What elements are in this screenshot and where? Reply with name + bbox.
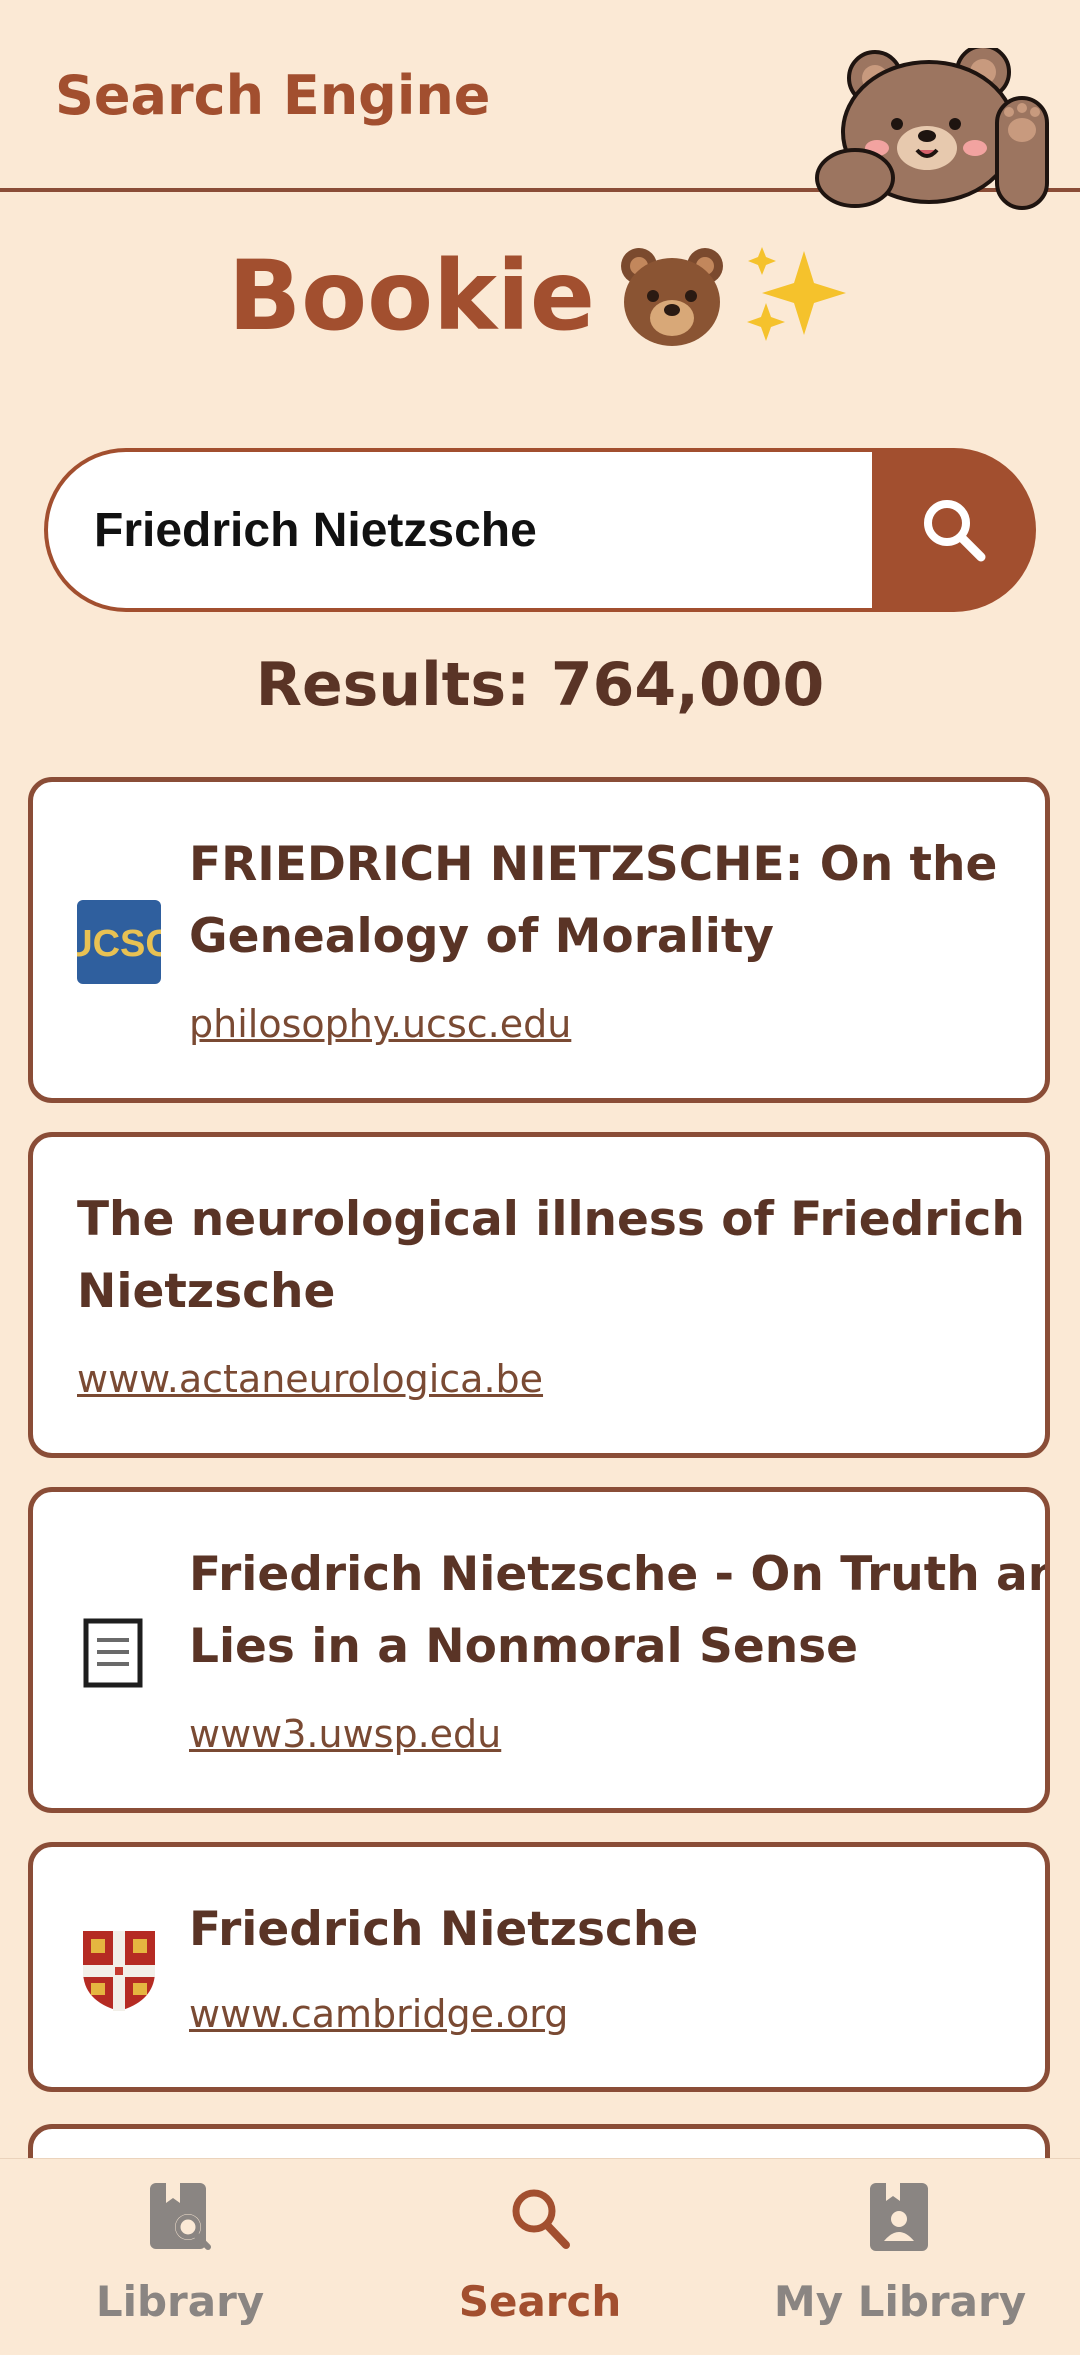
search-button[interactable] <box>872 448 1036 612</box>
result-card[interactable]: UCSC FRIEDRICH NIETZSCHE: On the Genealo… <box>28 777 1050 1103</box>
result-title: Nietzsche <box>77 1264 336 1319</box>
nav-label: Library <box>95 2277 265 2326</box>
result-title: The neurological illness of Friedrich <box>77 1192 1025 1247</box>
result-link[interactable]: www.cambridge.org <box>189 1992 568 2036</box>
sparkles-icon <box>747 247 847 341</box>
bear-waving-icon <box>815 48 1049 210</box>
library-search-icon <box>150 2183 211 2250</box>
search-bar <box>44 448 1036 612</box>
result-link[interactable]: www.actaneurologica.be <box>77 1357 543 1401</box>
result-card[interactable]: Friedrich Nietzsche www.cambridge.org <box>28 1842 1050 2092</box>
brand-name: Bookie <box>227 240 595 352</box>
results-count: Results: 764,000 <box>255 650 825 720</box>
brand-emoji <box>617 241 852 351</box>
result-link[interactable]: www3.uwsp.edu <box>189 1712 501 1756</box>
result-title: Lies in a Nonmoral Sense <box>189 1619 859 1674</box>
app-header: Search Engine <box>0 0 1080 210</box>
ucsc-logo-icon: UCSC <box>65 900 173 984</box>
result-card[interactable]: Friedrich Nietzsche - On Truth and Lies … <box>28 1487 1050 1813</box>
search-icon <box>512 2189 570 2249</box>
my-library-icon <box>870 2183 928 2251</box>
app-title: Search Engine <box>55 64 491 127</box>
result-card[interactable]: The neurological illness of Friedrich Ni… <box>28 1132 1050 1458</box>
nav-item-search[interactable]: Search <box>360 2159 720 2355</box>
brand-heading: Bookie <box>0 240 1080 352</box>
cambridge-crest-icon <box>81 1927 157 2013</box>
nav-label: My Library <box>773 2277 1027 2326</box>
result-title: Friedrich Nietzsche <box>189 1902 699 1957</box>
result-title: Friedrich Nietzsche - On Truth and <box>189 1547 1050 1602</box>
svg-text:UCSC: UCSC <box>77 923 161 965</box>
document-icon <box>83 1618 143 1688</box>
nav-item-my-library[interactable]: My Library <box>720 2159 1080 2355</box>
nav-item-library[interactable]: Library <box>0 2159 360 2355</box>
nav-label: Search <box>458 2277 622 2326</box>
result-title: FRIEDRICH NIETZSCHE: On the <box>189 837 998 892</box>
bottom-nav: Library Search My Library <box>0 2158 1080 2355</box>
search-input[interactable] <box>44 448 884 612</box>
result-title: Genealogy of Morality <box>189 909 774 964</box>
result-link[interactable]: philosophy.ucsc.edu <box>189 1002 571 1046</box>
search-icon <box>924 500 986 562</box>
bear-face-icon <box>620 248 723 346</box>
